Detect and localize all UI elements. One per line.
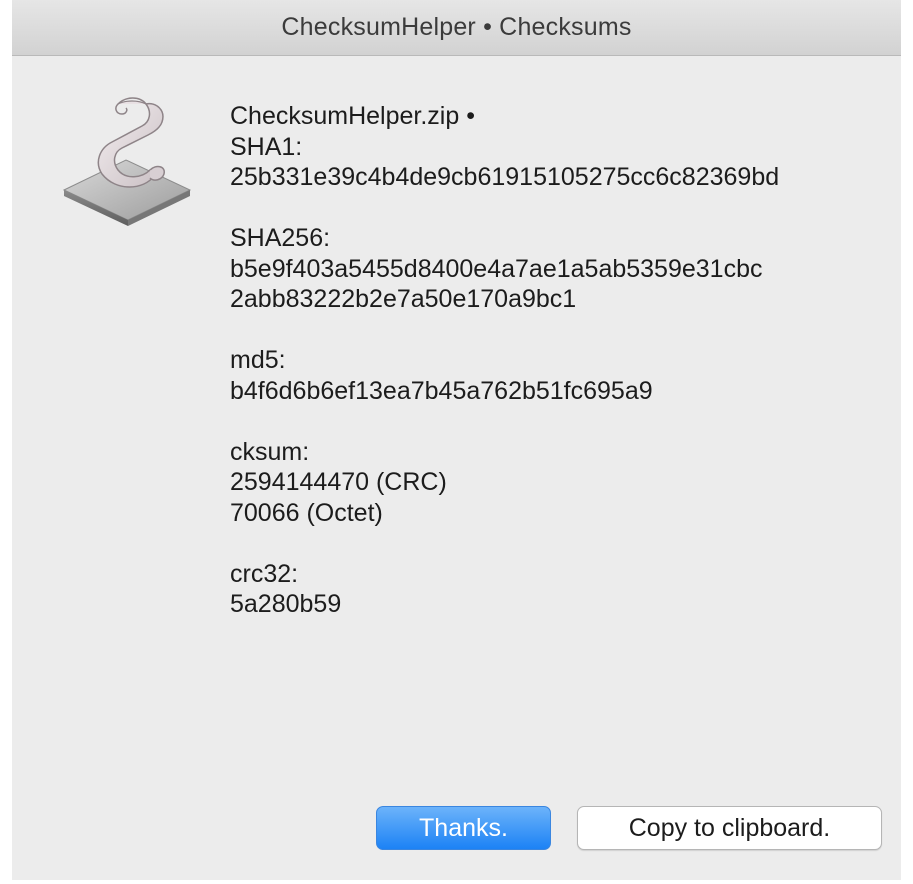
md5-label: md5: xyxy=(230,346,286,374)
checksum-results: ChecksumHelper.zip • SHA1: 25b331e39c4b4… xyxy=(230,101,880,620)
script-scroll-icon xyxy=(62,97,192,226)
sha256-label: SHA256: xyxy=(230,224,331,252)
crc32-value: 5a280b59 xyxy=(230,590,342,618)
sha1-section: ChecksumHelper.zip • SHA1: 25b331e39c4b4… xyxy=(230,101,880,193)
crc32-label: crc32: xyxy=(230,559,299,588)
checksum-dialog-window: ChecksumHelper • Checksums ChecksumHelpe… xyxy=(12,0,901,880)
thanks-button[interactable]: Thanks. xyxy=(376,806,551,850)
sha256-value-line2: 2abb83222b2e7a50e170a9bc1 xyxy=(230,285,577,313)
cksum-section: cksum: 2594144470 (CRC) 70066 (Octet) xyxy=(230,437,880,529)
copy-to-clipboard-button[interactable]: Copy to clipboard. xyxy=(577,806,882,850)
title-bar[interactable]: ChecksumHelper • Checksums xyxy=(12,0,901,56)
cksum-crc-value: 2594144470 (CRC) xyxy=(230,468,447,496)
file-name-line: ChecksumHelper.zip • xyxy=(230,102,475,130)
sha1-value: 25b331e39c4b4de9cb61915105275cc6c82369bd xyxy=(230,163,780,191)
cksum-octet-value: 70066 (Octet) xyxy=(230,498,383,527)
md5-value: b4f6d6b6ef13ea7b45a762b51fc695a9 xyxy=(230,376,653,405)
cksum-label: cksum: xyxy=(230,437,310,466)
sha256-value-line1: b5e9f403a5455d8400e4a7ae1a5ab5359e31cbc xyxy=(230,254,763,283)
sha256-section: SHA256: b5e9f403a5455d8400e4a7ae1a5ab535… xyxy=(230,223,880,315)
crc32-section: crc32: 5a280b59 xyxy=(230,559,880,620)
dialog-button-row: Thanks. Copy to clipboard. xyxy=(12,806,901,850)
sha1-label: SHA1: xyxy=(230,132,303,161)
window-title: ChecksumHelper • Checksums xyxy=(281,13,632,41)
md5-section: md5: b4f6d6b6ef13ea7b45a762b51fc695a9 xyxy=(230,345,880,406)
